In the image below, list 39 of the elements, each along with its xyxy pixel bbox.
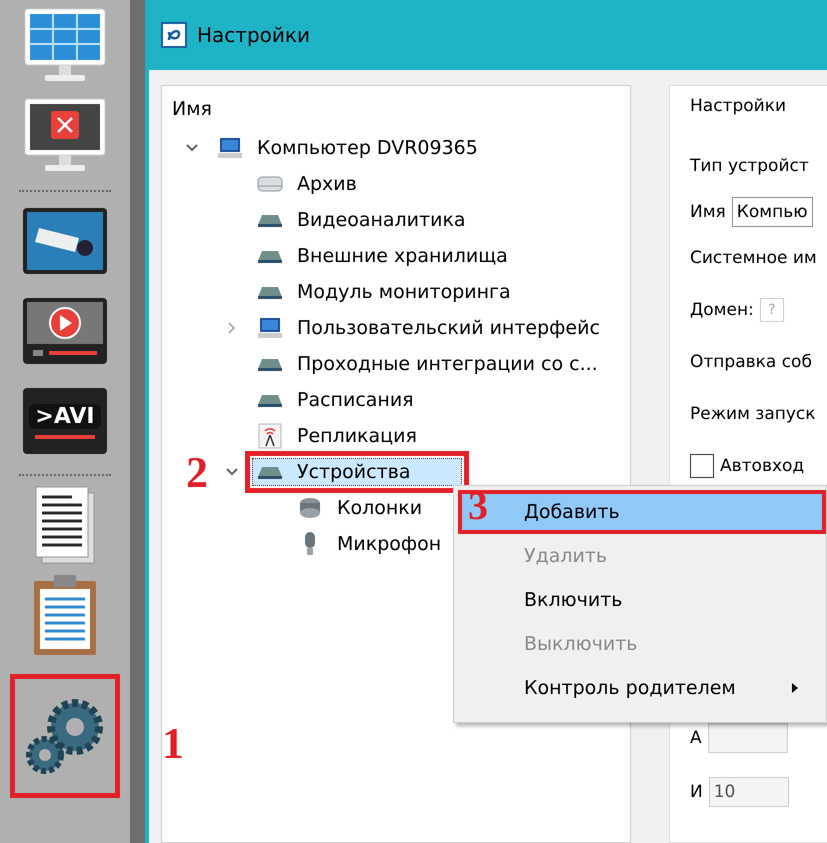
- field-label: Отправка соб: [690, 352, 812, 372]
- tree-item[interactable]: Компьютер DVR09365: [212, 134, 483, 162]
- menu-item[interactable]: Контроль родителем: [458, 666, 826, 710]
- field-label: Системное им: [690, 248, 817, 268]
- panel-title: Настройки: [690, 96, 786, 116]
- menu-item[interactable]: Включить: [458, 578, 826, 622]
- antenna-icon: [257, 423, 283, 449]
- tree-item[interactable]: Расписания: [252, 386, 419, 414]
- window-title: Настройки: [197, 23, 310, 47]
- step-number: 2: [186, 451, 208, 495]
- play-icon[interactable]: [21, 296, 109, 366]
- column-header[interactable]: Имя: [172, 98, 212, 120]
- checkbox[interactable]: [690, 454, 714, 478]
- computer-icon: [257, 317, 283, 339]
- tree-item[interactable]: Проходные интеграции со с...: [252, 350, 603, 378]
- checkbox-label: Автовход: [720, 456, 804, 476]
- field-label: Тип устройст: [690, 156, 809, 176]
- tree-item[interactable]: Архив: [252, 170, 362, 198]
- tree-item[interactable]: Микрофон: [292, 528, 446, 560]
- field-label: Домен:: [690, 300, 754, 320]
- text-field[interactable]: [708, 723, 788, 753]
- tree-item[interactable]: Модуль мониторинга: [252, 278, 516, 306]
- tree-item[interactable]: Внешние хранилища: [252, 242, 513, 270]
- field-label: А: [690, 728, 702, 748]
- step-number: 1: [162, 722, 184, 766]
- tree-item[interactable]: Репликация: [252, 420, 422, 452]
- tree-item[interactable]: Колонки: [292, 494, 428, 522]
- speaker-icon: [297, 497, 323, 519]
- tree-item[interactable]: Видеоаналитика: [252, 206, 471, 234]
- app-logo-icon: [161, 22, 187, 48]
- camera-icon[interactable]: [21, 206, 109, 276]
- text-field[interactable]: Компью: [732, 197, 813, 227]
- field-label: И: [690, 782, 703, 802]
- field-label: Режим запуск: [690, 404, 816, 424]
- avi-icon[interactable]: >AVI: [23, 388, 107, 454]
- text-field[interactable]: 10: [708, 777, 789, 807]
- computer-icon: [217, 137, 243, 159]
- field-label: Имя: [690, 202, 726, 222]
- tree-item[interactable]: Пользовательский интерфейс: [252, 314, 605, 342]
